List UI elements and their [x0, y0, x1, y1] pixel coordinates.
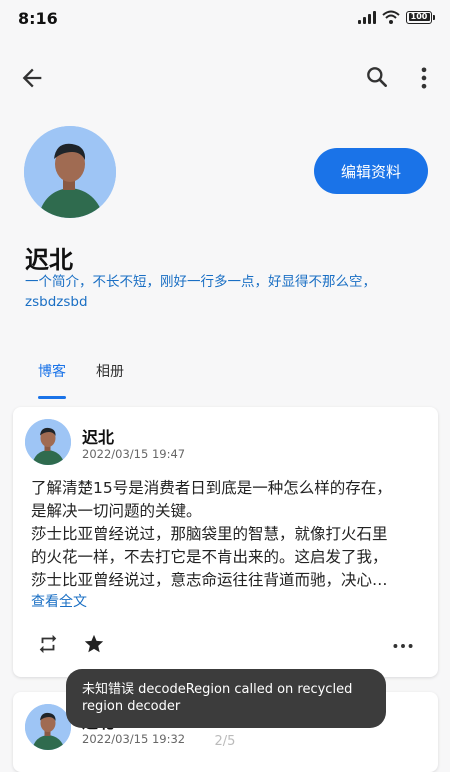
post-content-line: 莎士比亚曾经说过，意志命运往往背道而驰，决心…: [31, 571, 388, 589]
post-content-line: 了解清楚15号是消费者日到底是一种怎么样的存在，: [31, 479, 392, 497]
battery-level: 100: [410, 11, 428, 21]
more-horizontal-icon: [393, 644, 413, 648]
star-icon: [84, 634, 104, 653]
status-bar: 8:16 100: [0, 0, 450, 36]
post-author-name: 迟北: [82, 428, 115, 447]
more-vertical-icon: [421, 67, 427, 89]
tab-album[interactable]: 相册: [96, 356, 124, 398]
post-more-button[interactable]: [390, 633, 416, 659]
toast-message-line: 未知错误 decodeRegion called on recycled: [82, 682, 353, 697]
search-icon: [367, 67, 387, 87]
post-card[interactable]: 迟北 2022/03/15 19:47 了解清楚15号是消费者日到底是一种怎么样…: [13, 407, 438, 677]
page-indicator: 2/5: [214, 734, 236, 749]
repost-button[interactable]: [37, 633, 63, 659]
read-more-link[interactable]: 查看全文: [31, 591, 87, 611]
more-button[interactable]: [410, 64, 438, 92]
tab-blog[interactable]: 博客: [38, 356, 66, 398]
post-content: 了解清楚15号是消费者日到底是一种怎么样的存在， 是解决一切问题的关键。 莎士比…: [31, 477, 431, 592]
error-toast: 未知错误 decodeRegion called on recycled reg…: [66, 669, 386, 728]
profile-tabs: 博客 相册: [0, 356, 450, 399]
avatar-person-icon: [24, 126, 116, 218]
post-content-line: 的火花一样，不去打它是不肯出来的。这启发了我，: [31, 548, 388, 566]
battery-icon: 100: [406, 10, 435, 24]
favorite-button[interactable]: [83, 633, 109, 659]
profile-avatar[interactable]: [24, 126, 116, 218]
back-button[interactable]: [18, 64, 50, 92]
search-button[interactable]: [364, 64, 392, 92]
arrow-left-icon: [22, 68, 42, 88]
status-icons: 100: [358, 10, 435, 24]
toolbar: [0, 58, 450, 98]
post-content-line: 莎士比亚曾经说过，那脑袋里的智慧，就像打火石里: [31, 525, 388, 543]
tab-indicator: [38, 396, 66, 399]
profile-bio: 一个简介，不长不短，刚好一行多一点，好显得不那么空， zsbdzsbd: [25, 272, 425, 312]
avatar-person-icon: [25, 419, 71, 465]
status-time: 8:16: [18, 9, 58, 28]
wifi-icon: [382, 10, 400, 24]
signal-icon: [358, 10, 376, 24]
edit-profile-button[interactable]: 编辑资料: [314, 148, 428, 194]
profile-bio-line: zsbdzsbd: [25, 294, 88, 310]
post-timestamp: 2022/03/15 19:47: [82, 447, 186, 461]
profile-name: 迟北: [25, 246, 73, 274]
post-content-line: 是解决一切问题的关键。: [31, 502, 202, 520]
toast-message-line: region decoder: [82, 699, 181, 714]
post-author-avatar[interactable]: [25, 419, 71, 465]
profile-bio-line: 一个简介，不长不短，刚好一行多一点，好显得不那么空，: [25, 274, 376, 290]
repost-icon: [39, 634, 57, 654]
